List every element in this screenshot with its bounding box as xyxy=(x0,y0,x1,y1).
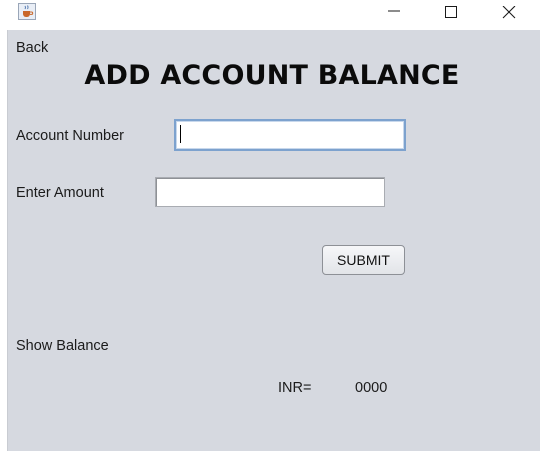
balance-value: 0000 xyxy=(355,380,388,396)
page-title-text: ADD ACCOUNT BALANCE xyxy=(84,60,460,91)
content-panel xyxy=(8,30,540,451)
text-caret xyxy=(180,125,181,143)
maximize-icon xyxy=(445,6,457,18)
account-number-label: Account Number xyxy=(16,128,124,144)
minimize-button[interactable] xyxy=(371,0,417,26)
currency-label: INR= xyxy=(278,380,312,396)
window-left-edge xyxy=(0,30,8,451)
title-bar xyxy=(0,0,544,26)
minimize-icon xyxy=(388,10,400,12)
app-window: Back ADD ACCOUNT BALANCE Account Number … xyxy=(0,0,544,451)
java-cup-icon[interactable] xyxy=(18,3,36,20)
close-button[interactable] xyxy=(486,0,532,26)
close-icon xyxy=(502,6,516,19)
maximize-button[interactable] xyxy=(428,0,474,26)
page-title: ADD ACCOUNT BALANCE xyxy=(0,60,544,91)
account-number-field[interactable] xyxy=(174,119,406,151)
back-link[interactable]: Back xyxy=(16,40,48,56)
amount-field[interactable] xyxy=(155,177,385,207)
amount-label: Enter Amount xyxy=(16,185,104,201)
submit-button[interactable]: SUBMIT xyxy=(322,245,405,275)
show-balance-label: Show Balance xyxy=(16,338,109,354)
